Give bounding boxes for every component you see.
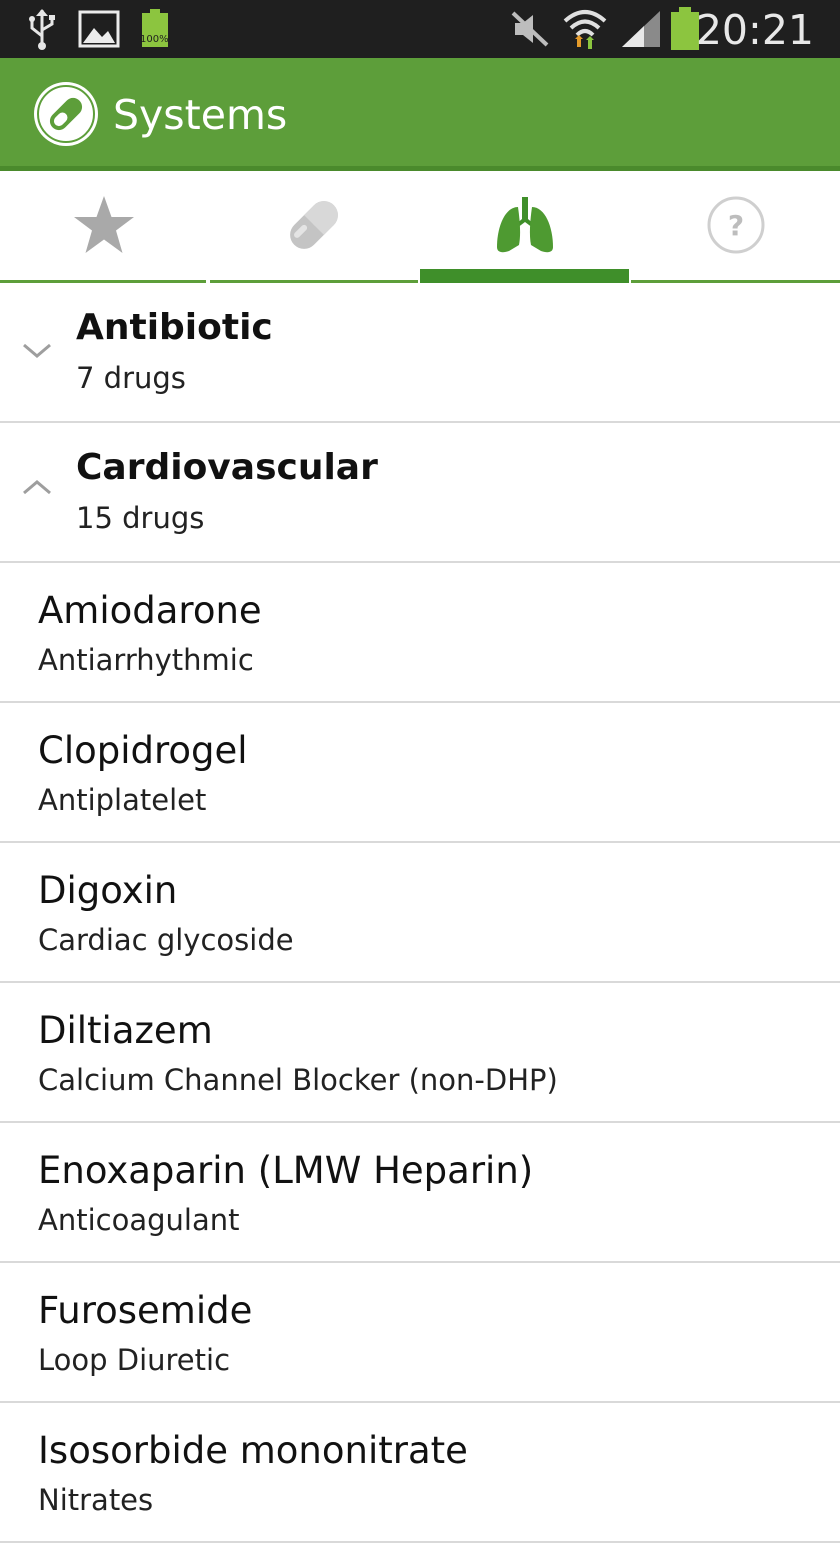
battery-small-icon: 100%: [140, 0, 172, 58]
drug-name: Clopidrogel: [38, 729, 248, 772]
group-antibiotic[interactable]: Antibiotic 7 drugs: [0, 283, 840, 423]
drug-name: Furosemide: [38, 1289, 253, 1332]
help-icon: ?: [706, 195, 766, 259]
mute-icon: [511, 0, 549, 58]
tab-bar: ?: [0, 171, 840, 283]
drug-name: Isosorbide mononitrate: [38, 1429, 468, 1472]
page-title: Systems: [113, 91, 288, 139]
drug-class: Calcium Channel Blocker (non-DHP): [38, 1063, 558, 1097]
signal-icon: [620, 0, 662, 58]
drug-class: Nitrates: [38, 1483, 154, 1517]
group-count: 7 drugs: [76, 361, 186, 395]
drug-name: Amiodarone: [38, 589, 262, 632]
tab-help[interactable]: ?: [631, 171, 840, 283]
image-icon: [78, 0, 120, 58]
group-title: Antibiotic: [76, 307, 273, 348]
group-title: Cardiovascular: [76, 447, 378, 488]
star-icon: [73, 195, 135, 259]
drug-item-diltiazem[interactable]: Diltiazem Calcium Channel Blocker (non-D…: [0, 983, 840, 1123]
drug-item-clopidrogel[interactable]: Clopidrogel Antiplatelet: [0, 703, 840, 843]
drug-name: Enoxaparin (LMW Heparin): [38, 1149, 534, 1192]
drug-item-digoxin[interactable]: Digoxin Cardiac glycoside: [0, 843, 840, 983]
drug-name: Digoxin: [38, 869, 178, 912]
drug-name: Diltiazem: [38, 1009, 213, 1052]
usb-icon: [28, 0, 56, 58]
drug-item-isosorbide[interactable]: Isosorbide mononitrate Nitrates: [0, 1403, 840, 1543]
tab-active-indicator: [420, 269, 629, 283]
group-count: 15 drugs: [76, 501, 205, 535]
group-cardiovascular[interactable]: Cardiovascular 15 drugs: [0, 423, 840, 563]
tab-drugs[interactable]: [210, 171, 418, 283]
drug-class: Antiplatelet: [38, 783, 207, 817]
chevron-down-icon: [23, 343, 51, 358]
tab-systems[interactable]: [420, 171, 629, 283]
action-bar: Systems: [0, 58, 840, 166]
pill-logo-icon[interactable]: [33, 81, 99, 147]
wifi-icon: [563, 0, 607, 58]
systems-list: Antibiotic 7 drugs Cardiovascular 15 dru…: [0, 283, 840, 1543]
drug-class: Cardiac glycoside: [38, 923, 294, 957]
chevron-up-icon: [23, 480, 51, 495]
drug-item-amiodarone[interactable]: Amiodarone Antiarrhythmic: [0, 563, 840, 703]
drug-class: Antiarrhythmic: [38, 643, 254, 677]
svg-text:?: ?: [727, 209, 743, 242]
drug-class: Anticoagulant: [38, 1203, 240, 1237]
battery-percent-label: 100%: [140, 34, 169, 45]
status-bar: 100% 20:21: [0, 0, 840, 58]
clock: 20:21: [695, 6, 814, 54]
drug-class: Loop Diuretic: [38, 1343, 231, 1377]
drug-item-furosemide[interactable]: Furosemide Loop Diuretic: [0, 1263, 840, 1403]
tab-favorites[interactable]: [0, 171, 208, 283]
drug-item-enoxaparin[interactable]: Enoxaparin (LMW Heparin) Anticoagulant: [0, 1123, 840, 1263]
pill-icon: [282, 193, 346, 261]
lungs-icon: [495, 195, 555, 259]
